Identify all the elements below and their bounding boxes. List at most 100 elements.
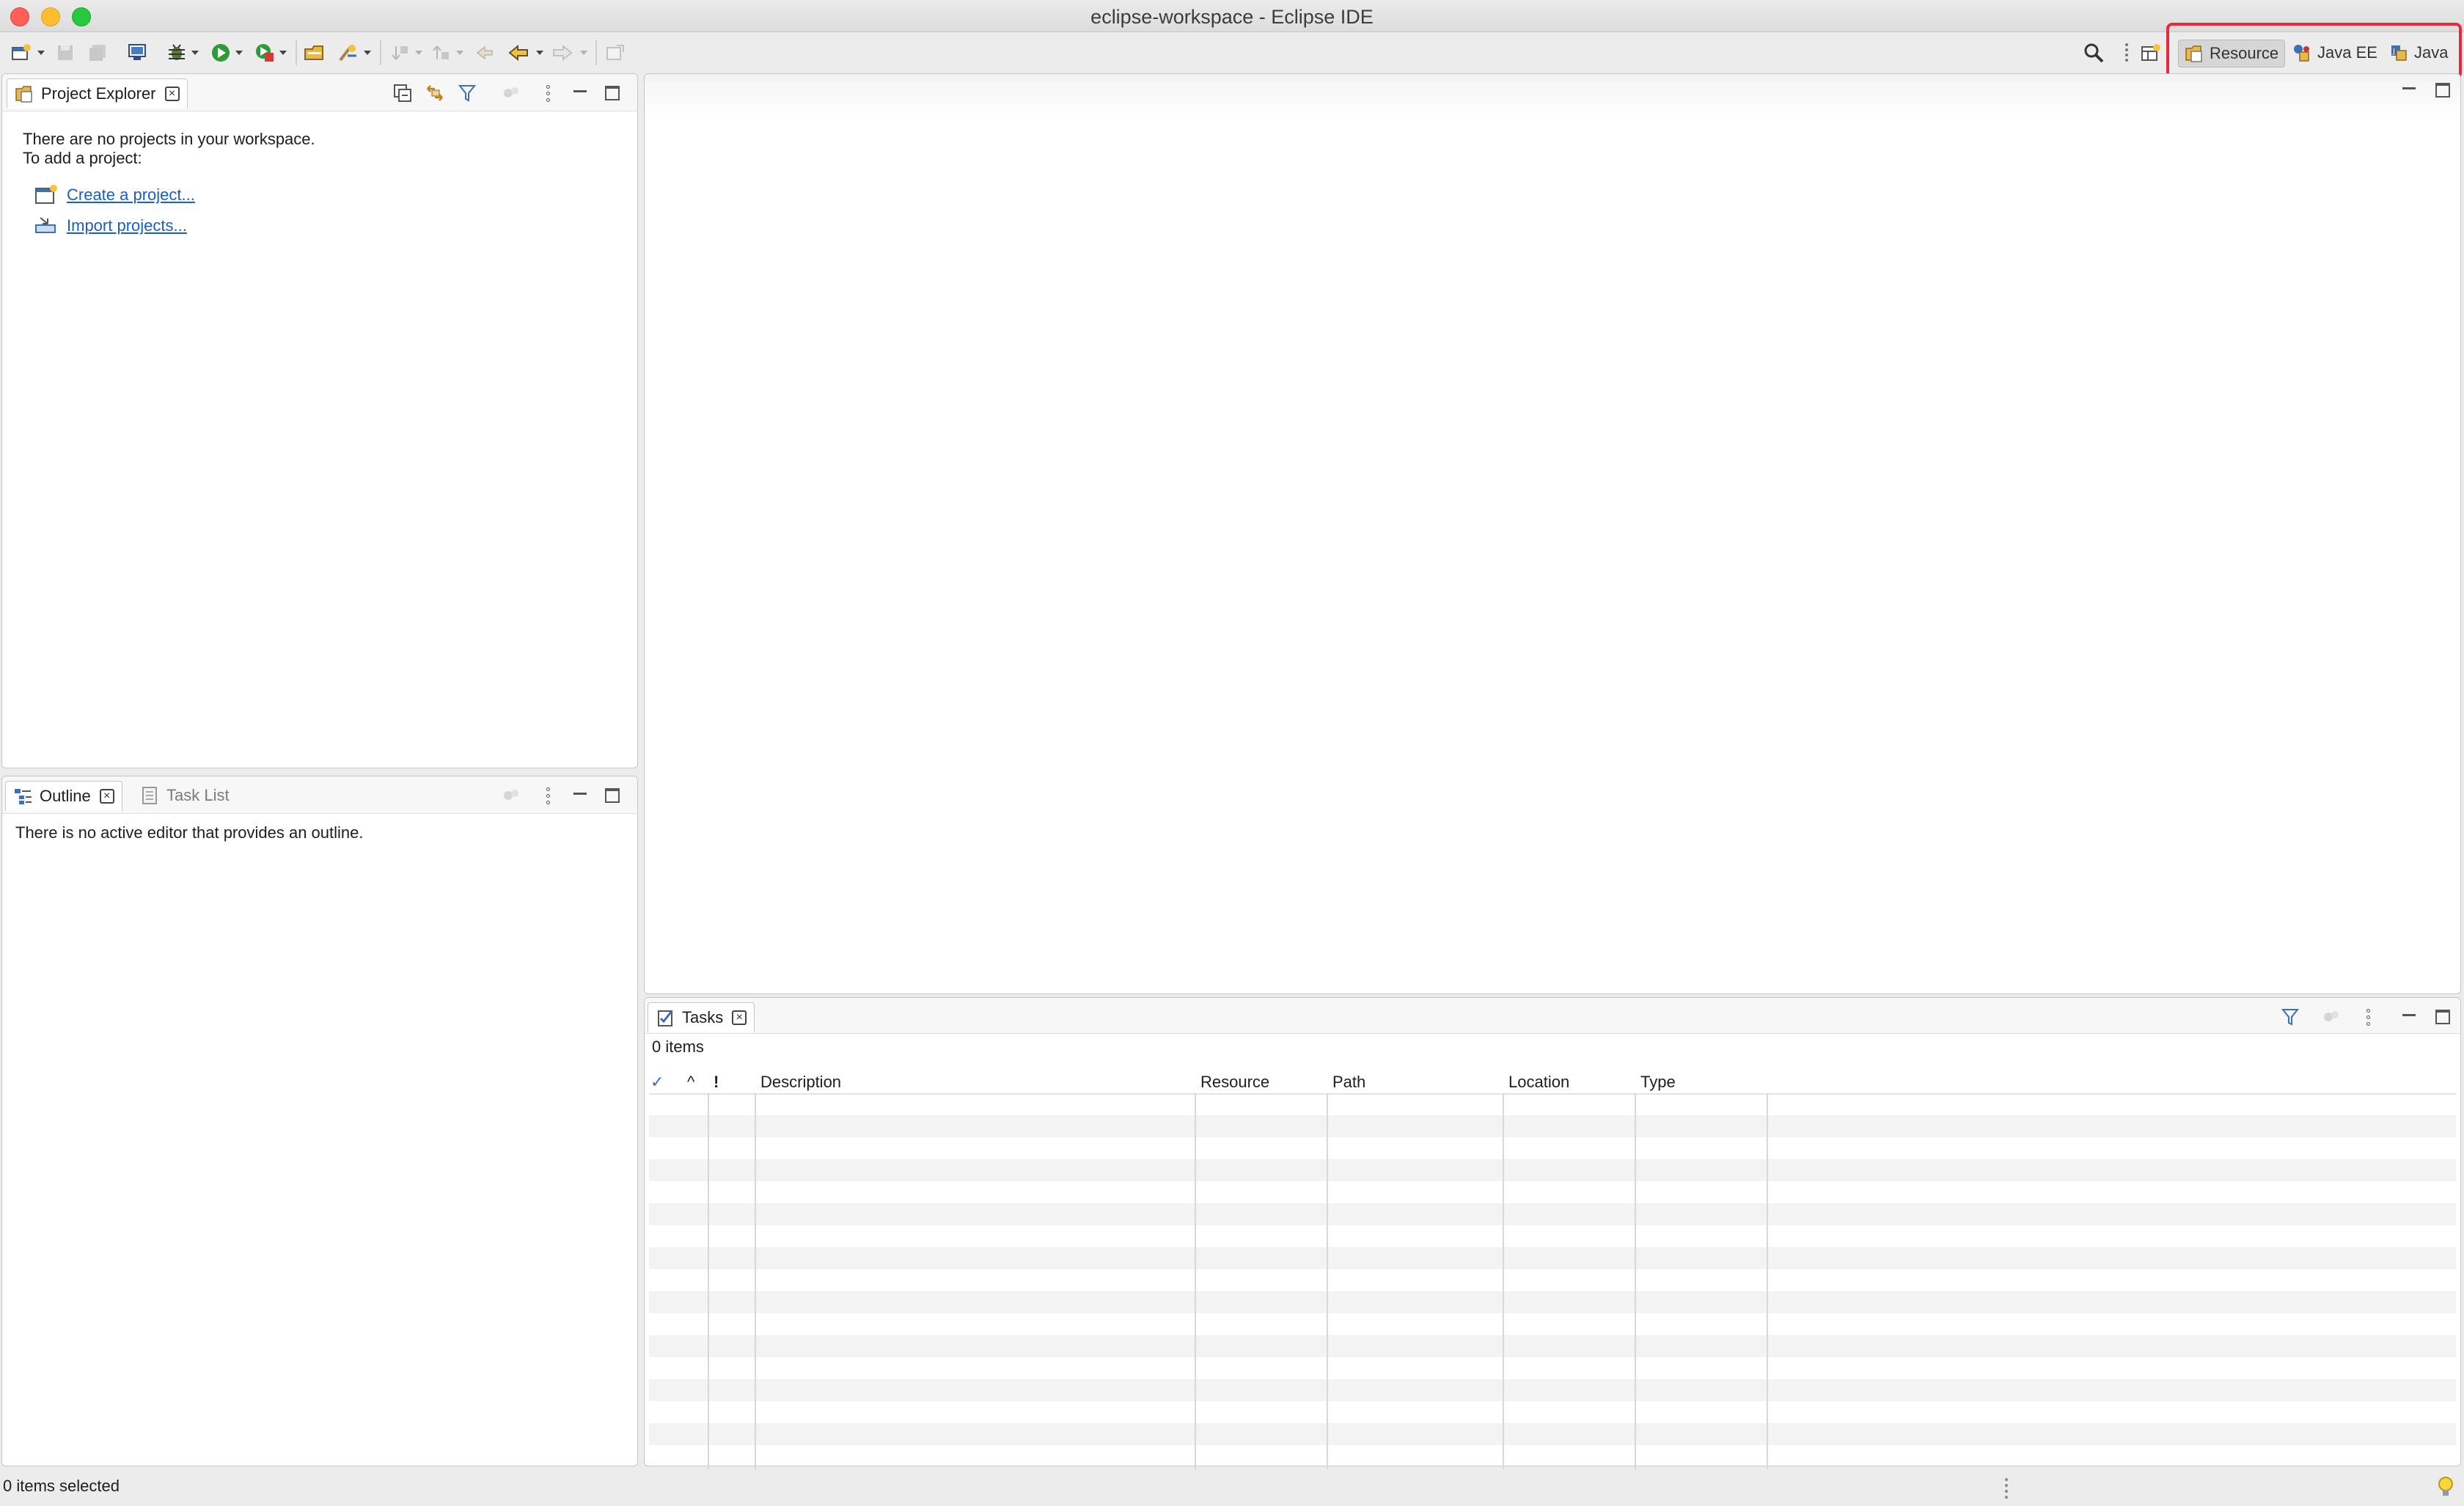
search-task-icon[interactable]: [337, 42, 359, 64]
tasks-header: Tasks ×: [645, 998, 2460, 1034]
pin-editor-icon[interactable]: [604, 42, 626, 64]
column-divider[interactable]: [1195, 1093, 1196, 1471]
sync-icon[interactable]: [501, 785, 521, 806]
table-row: [649, 1291, 2456, 1313]
table-row: [649, 1379, 2456, 1401]
prev-annotation-icon[interactable]: [430, 42, 452, 64]
save-all-icon[interactable]: [87, 42, 109, 64]
view-menu-icon[interactable]: [2358, 1007, 2378, 1027]
next-annotation-dropdown-icon[interactable]: [415, 51, 422, 55]
sync-icon[interactable]: [501, 83, 521, 103]
new-wizard-icon[interactable]: [10, 42, 32, 64]
maximize-icon[interactable]: [2432, 1007, 2453, 1027]
perspective-highlight-box: [2166, 23, 2462, 79]
search-icon[interactable]: [2083, 42, 2105, 64]
column-divider[interactable]: [1767, 1093, 1768, 1471]
view-menu-icon[interactable]: [538, 785, 558, 806]
add-project-text: To add a project:: [23, 149, 142, 167]
open-perspective-icon[interactable]: [2140, 42, 2162, 64]
tab-label: Outline: [40, 787, 91, 805]
forward-icon[interactable]: [551, 42, 573, 64]
tab-task-list[interactable]: Task List: [133, 781, 237, 810]
task-dropdown-icon[interactable]: [364, 51, 371, 55]
save-icon[interactable]: [54, 42, 76, 64]
open-task-icon[interactable]: [304, 42, 326, 64]
tab-outline[interactable]: Outline ×: [5, 781, 122, 811]
tasks-panel: Tasks × 0 items ✓ ^ ! Description Resour…: [644, 997, 2461, 1471]
window-title: eclipse-workspace - Eclipse IDE: [1090, 6, 1374, 28]
tasks-count: 0 items: [652, 1037, 704, 1056]
project-explorer-panel: Project Explorer × There are no projects…: [1, 73, 638, 768]
next-annotation-icon[interactable]: [389, 42, 411, 64]
outline-panel: Outline × Task List There is no active e…: [1, 776, 638, 1466]
outline-header: Outline × Task List: [2, 776, 637, 814]
tab-label: Task List: [166, 786, 230, 804]
maximize-icon[interactable]: [602, 785, 623, 806]
column-divider[interactable]: [755, 1093, 756, 1471]
column-header-priority[interactable]: !: [714, 1071, 728, 1093]
editor-area: [644, 73, 2461, 994]
tab-label: Project Explorer: [41, 84, 156, 103]
column-divider[interactable]: [1635, 1093, 1636, 1471]
view-menu-icon[interactable]: [538, 83, 558, 103]
status-bar: 0 items selected: [0, 1469, 2464, 1506]
minimize-icon[interactable]: [570, 83, 590, 103]
link-with-editor-icon[interactable]: [425, 83, 445, 103]
run-icon[interactable]: [210, 42, 232, 64]
maximize-icon[interactable]: [602, 83, 623, 103]
run-dropdown-icon[interactable]: [235, 51, 243, 55]
column-header-resource[interactable]: Resource: [1200, 1071, 1325, 1093]
close-tab-icon[interactable]: ×: [732, 1010, 747, 1025]
table-row: [649, 1159, 2456, 1181]
maximize-icon[interactable]: [2432, 80, 2453, 100]
column-header-location[interactable]: Location: [1508, 1071, 1633, 1093]
minimize-icon[interactable]: [2399, 1007, 2419, 1027]
import-projects-link[interactable]: Import projects...: [67, 216, 187, 235]
forward-dropdown-icon[interactable]: [580, 51, 587, 55]
back-icon[interactable]: [507, 42, 529, 64]
run-coverage-icon[interactable]: [254, 42, 276, 64]
collapse-all-icon[interactable]: [392, 83, 413, 103]
open-console-icon[interactable]: [126, 42, 148, 64]
column-header-sort[interactable]: ^: [687, 1071, 702, 1093]
last-edit-icon[interactable]: [474, 42, 496, 64]
debug-dropdown-icon[interactable]: [191, 51, 199, 55]
outline-empty-text: There is no active editor that provides …: [15, 823, 364, 842]
status-handle-icon: [2005, 1478, 2008, 1499]
column-divider[interactable]: [1503, 1093, 1504, 1471]
filter-icon[interactable]: [457, 83, 477, 103]
tasks-table: ✓ ^ ! Description Resource Path Location…: [649, 1071, 2456, 1474]
close-tab-icon[interactable]: ×: [99, 789, 114, 804]
sync-icon[interactable]: [2321, 1007, 2342, 1027]
column-header-type[interactable]: Type: [1640, 1071, 1765, 1093]
new-dropdown-icon[interactable]: [37, 51, 45, 55]
column-header-path[interactable]: Path: [1332, 1071, 1501, 1093]
toolbar-separator: [380, 40, 381, 65]
column-header-description[interactable]: Description: [760, 1071, 1193, 1093]
table-row: [649, 1423, 2456, 1445]
tab-project-explorer[interactable]: Project Explorer ×: [7, 78, 188, 109]
back-dropdown-icon[interactable]: [536, 51, 543, 55]
toolbar-handle-icon: [2122, 42, 2132, 64]
column-header-completed[interactable]: ✓: [650, 1071, 672, 1093]
tab-tasks[interactable]: Tasks ×: [648, 1002, 755, 1032]
toolbar-separator: [595, 40, 597, 65]
table-row: [649, 1203, 2456, 1225]
column-divider[interactable]: [1327, 1093, 1328, 1471]
minimize-icon[interactable]: [2399, 80, 2419, 100]
lightbulb-icon[interactable]: [2436, 1475, 2455, 1500]
filter-icon[interactable]: [2280, 1007, 2300, 1027]
create-project-link[interactable]: Create a project...: [67, 186, 195, 205]
column-divider[interactable]: [708, 1093, 709, 1471]
import-projects-icon: [35, 217, 56, 233]
coverage-dropdown-icon[interactable]: [279, 51, 287, 55]
minimize-icon[interactable]: [570, 785, 590, 806]
main-toolbar: [0, 33, 2464, 73]
task-list-icon: [142, 787, 157, 804]
prev-annotation-dropdown-icon[interactable]: [456, 51, 463, 55]
project-explorer-header: Project Explorer ×: [2, 74, 637, 111]
debug-icon[interactable]: [166, 42, 188, 64]
table-header-divider: [649, 1093, 2456, 1095]
tab-label: Tasks: [682, 1008, 724, 1026]
close-tab-icon[interactable]: ×: [164, 87, 180, 101]
